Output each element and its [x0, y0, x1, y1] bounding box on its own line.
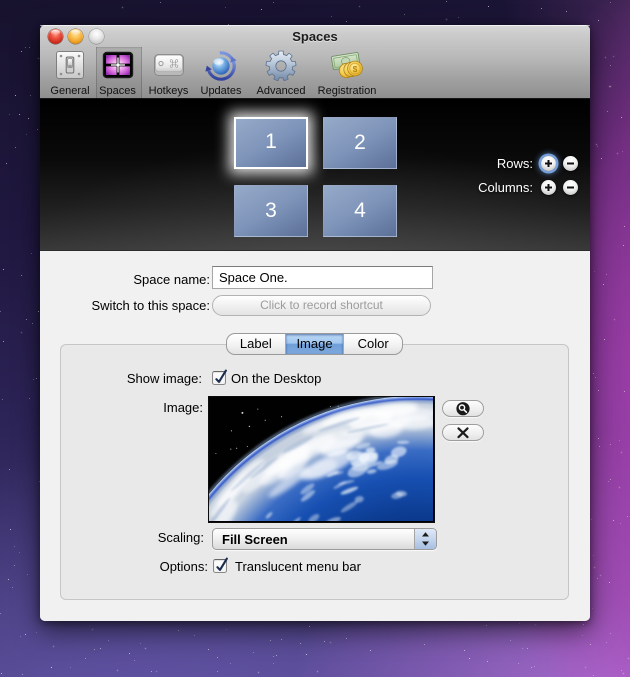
- svg-text:$: $: [353, 64, 358, 74]
